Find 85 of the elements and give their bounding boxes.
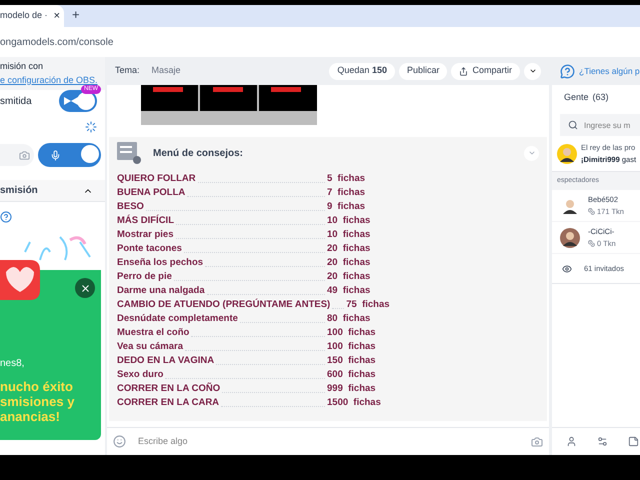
tip-menu-title: Menú de consejos: bbox=[153, 146, 244, 160]
people-tab[interactable]: Gente bbox=[564, 91, 589, 105]
tip-item-price: 10 fichas bbox=[327, 228, 370, 242]
avatar-icon bbox=[557, 144, 577, 164]
section-title: smisión bbox=[0, 184, 38, 198]
tip-item-price: 20 fichas bbox=[327, 256, 370, 270]
tip-item-price: 5 fichas bbox=[327, 172, 366, 186]
tip-item-name: CORRER EN LA CARA bbox=[117, 396, 220, 410]
promo-greeting: nes8, bbox=[0, 357, 26, 371]
mic-icon bbox=[50, 150, 61, 160]
tip-item-price: 7 fichas bbox=[327, 186, 366, 200]
help-icon[interactable] bbox=[0, 211, 12, 223]
tab-title: modelo de · bbox=[0, 9, 48, 22]
tip-item-price: 1500 fichas bbox=[327, 396, 381, 410]
tip-item-price: 999 fichas bbox=[327, 382, 376, 396]
search-field[interactable]: Ingrese su m bbox=[560, 114, 640, 136]
help-chat-icon[interactable] bbox=[560, 64, 575, 78]
coin-icon bbox=[588, 208, 595, 215]
tip-item-name: DEDO EN LA VAGINA bbox=[117, 354, 214, 368]
close-icon bbox=[80, 282, 90, 294]
toggle-switch[interactable] bbox=[38, 143, 101, 167]
device-field[interactable] bbox=[0, 144, 34, 166]
tip-item-price: 100 fichas bbox=[327, 340, 376, 354]
tip-item-name: Darme una nalgada bbox=[117, 284, 205, 298]
obs-link[interactable]: e configuración de OBS. bbox=[0, 74, 105, 87]
toggle-switch[interactable] bbox=[59, 90, 97, 112]
search-icon bbox=[568, 120, 578, 130]
url-field[interactable]: ongamodels.com/console bbox=[0, 34, 114, 50]
tip-item-name: Desnúdate completamente bbox=[117, 312, 238, 326]
tip-item-name: BESO bbox=[117, 200, 144, 214]
share-button[interactable]: Compartir bbox=[451, 62, 520, 80]
obs-text: misión con bbox=[0, 60, 44, 73]
tip-item-price: 600 fichas bbox=[327, 368, 376, 382]
tip-item-price: 10 fichas bbox=[327, 214, 370, 228]
broadcast-label: smitida bbox=[0, 94, 32, 108]
tip-item-name: Vea su cámara bbox=[117, 340, 184, 354]
coin-icon bbox=[588, 240, 595, 247]
toggle-thumb bbox=[81, 145, 99, 163]
tip-item-name: QUIERO FOLLAR bbox=[117, 172, 196, 186]
tip-item-price: 75 fichas bbox=[346, 298, 390, 312]
camera-icon[interactable] bbox=[531, 436, 543, 448]
tip-item-name: Mostrar pies bbox=[117, 228, 174, 242]
user-icon[interactable] bbox=[566, 436, 577, 447]
tip-item-name: CAMBIO DE ATUENDO (PREGÚNTAME ANTES) bbox=[117, 298, 330, 312]
caret-icon bbox=[528, 149, 536, 157]
spinner-icon bbox=[85, 121, 97, 133]
settings-icon[interactable] bbox=[597, 436, 608, 447]
new-tab-button[interactable]: + bbox=[72, 4, 80, 24]
tip-item-name: CORRER EN LA COÑO bbox=[117, 382, 220, 396]
remaining-badge: Quedan 150 bbox=[329, 62, 395, 80]
chat-input[interactable]: Escribe algo bbox=[107, 427, 549, 455]
close-tab-button[interactable]: × bbox=[54, 8, 60, 24]
emoji-icon[interactable] bbox=[113, 435, 126, 448]
tip-item-price: 20 fichas bbox=[327, 242, 370, 256]
tip-item-price: 9 fichas bbox=[327, 200, 366, 214]
promo-message: nucho éxito smisiones y anancias! bbox=[0, 379, 76, 424]
message-field[interactable]: Escribe algo bbox=[138, 434, 519, 448]
caret-icon bbox=[528, 67, 536, 75]
toggle-thumb bbox=[77, 92, 95, 110]
tip-item-price: 150 fichas bbox=[327, 354, 376, 368]
tip-item-name: Muestra el coño bbox=[117, 326, 190, 340]
camera-icon bbox=[18, 150, 30, 160]
tip-item-price: 20 fichas bbox=[327, 270, 370, 284]
browser-tab[interactable]: modelo de · × bbox=[0, 5, 64, 27]
more-button[interactable] bbox=[524, 62, 541, 80]
eye-icon bbox=[562, 264, 572, 274]
publish-button[interactable]: Publicar bbox=[398, 62, 448, 80]
tip-item-name: MÁS DIFÍCIL bbox=[117, 214, 174, 228]
tip-item-price: 80 fichas bbox=[327, 312, 370, 326]
topic-label: Tema: bbox=[115, 64, 140, 78]
share-icon bbox=[459, 66, 468, 76]
tip-item-price: 49 fichas bbox=[327, 284, 370, 298]
note-icon[interactable] bbox=[628, 436, 639, 447]
tip-item-name: Perro de pie bbox=[117, 270, 172, 284]
tip-item-price: 100 fichas bbox=[327, 326, 376, 340]
avatar-icon bbox=[560, 228, 580, 248]
tip-item-name: BUENA POLLA bbox=[117, 186, 186, 200]
tip-item-name: Enseña los pechos bbox=[117, 256, 204, 270]
bowtie-icon bbox=[64, 97, 78, 105]
tip-item-name: Ponte tacones bbox=[117, 242, 182, 256]
people-count: (63) bbox=[592, 91, 609, 104]
close-button[interactable] bbox=[75, 278, 95, 298]
topic-value: Masaje bbox=[152, 64, 181, 78]
menu-list-icon bbox=[117, 142, 141, 164]
tip-item-name: Sexo duro bbox=[117, 368, 164, 382]
